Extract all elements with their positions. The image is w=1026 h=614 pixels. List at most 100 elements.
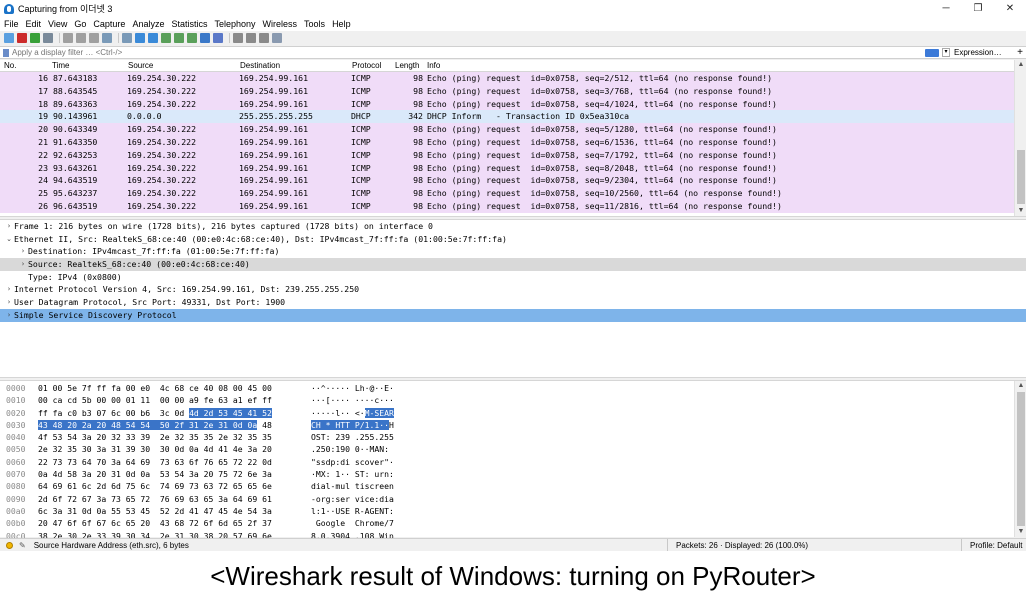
restart-capture-icon[interactable] [30,33,40,43]
column-header-destination[interactable]: Destination [240,61,280,70]
menu-view[interactable]: View [48,19,67,29]
menu-wireless[interactable]: Wireless [263,19,298,29]
scroll-thumb[interactable] [1017,150,1025,204]
menu-help[interactable]: Help [332,19,351,29]
capture-options-icon[interactable] [43,33,53,43]
packet-row[interactable]: 24 94.643519 169.254.30.222 169.254.99.161 I… [0,174,1014,188]
zoom-normal-icon[interactable] [259,33,269,43]
detail-tree-item[interactable]: › Internet Protocol Version 4, Src: 169.2… [0,283,1026,296]
menu-go[interactable]: Go [74,19,86,29]
packet-list-scrollbar[interactable]: ▲ ▼ [1014,60,1026,216]
packet-row[interactable]: 16 87.643183 169.254.30.222 169.254.99.161 I… [0,72,1014,85]
packet-row[interactable]: 17 88.643545 169.254.30.222 169.254.99.161 I… [0,84,1014,98]
bytes-row[interactable]: 0050 2e 32 35 30 3a 31 39 30 30 0d 0a 4d … [0,443,1014,455]
bytes-row[interactable]: 0030 43 48 20 2a 20 48 54 54 50 2f 31 2e … [0,419,1014,431]
scroll-down-arrow-icon[interactable]: ▼ [1015,206,1026,216]
bytes-row[interactable]: 0060 22 73 73 64 70 3a 64 69 73 63 6f 76 … [0,456,1014,468]
go-last-icon[interactable] [187,33,197,43]
detail-tree-item[interactable]: › Frame 1: 216 bytes on wire (1728 bits),… [0,220,1026,233]
bytes-row[interactable]: 00a0 6c 3a 31 0d 0a 55 53 45 52 2d 41 47 … [0,505,1014,517]
go-back-icon[interactable] [135,33,145,43]
go-forward-icon[interactable] [148,33,158,43]
packet-row[interactable]: 18 89.643363 169.254.30.222 169.254.99.161 I… [0,97,1014,111]
collapsed-chevron-icon[interactable]: › [4,309,14,322]
bytes-row[interactable]: 0020 ff fa c0 b3 07 6c 00 b6 3c 0d 4d 2d … [0,407,1014,419]
menu-file[interactable]: File [4,19,19,29]
filter-history-dropdown[interactable]: ▾ [942,48,950,57]
detail-tree-item[interactable]: › User Datagram Protocol, Src Port: 49331… [0,296,1026,309]
column-header-no[interactable]: No. [4,61,16,70]
colorize-icon[interactable] [213,33,223,43]
packet-row[interactable]: 19 90.143961 0.0.0.0 255.255.255.255 DHCP 342… [0,110,1014,124]
packet-row[interactable]: 25 95.643237 169.254.30.222 169.254.99.161 I… [0,187,1014,200]
find-packet-icon[interactable] [122,33,132,43]
packet-row[interactable]: 20 90.643349 169.254.30.222 169.254.99.161 I… [0,123,1014,136]
detail-tree-item[interactable]: › Simple Service Discovery Protocol [0,308,1026,322]
expert-info-led-icon[interactable] [6,541,13,549]
minimize-button[interactable]: ─ [930,0,962,17]
column-header-protocol[interactable]: Protocol [352,61,381,70]
menu-tools[interactable]: Tools [304,19,325,29]
detail-tree-item[interactable]: › Source: RealtekS_68:ce:40 (00:e0:4c:68:… [0,258,1026,271]
resize-columns-icon[interactable] [272,33,282,43]
collapsed-chevron-icon[interactable]: › [18,258,28,271]
menu-analyze[interactable]: Analyze [132,19,164,29]
save-file-icon[interactable] [76,33,86,43]
expanded-chevron-icon[interactable]: ⌄ [4,233,14,246]
zoom-out-icon[interactable] [246,33,256,43]
shark-fin-start-icon[interactable] [4,33,14,43]
collapsed-chevron-icon[interactable]: › [4,296,14,309]
bytes-row[interactable]: 0010 00 ca cd 5b 00 00 01 11 00 00 a9 fe … [0,394,1014,406]
bytes-row[interactable]: 0070 0a 4d 58 3a 20 31 0d 0a 53 54 3a 20 … [0,468,1014,480]
bytes-row[interactable]: 0080 64 69 61 6c 2d 6d 75 6c 74 69 73 63 … [0,480,1014,492]
display-filter-input[interactable] [12,47,925,58]
apply-filter-arrow-icon[interactable] [925,48,939,57]
close-button[interactable]: ✕ [994,0,1026,17]
close-file-icon[interactable] [89,33,99,43]
bytes-row[interactable]: 0090 2d 6f 72 67 3a 73 65 72 76 69 63 65 … [0,493,1014,505]
go-first-icon[interactable] [174,33,184,43]
column-header-info[interactable]: Info [427,61,440,70]
bytes-row[interactable]: 0040 4f 53 54 3a 20 32 33 39 2e 32 35 35 … [0,431,1014,443]
expression-button[interactable]: Expression… [954,48,1014,57]
collapsed-chevron-icon[interactable]: › [4,220,14,233]
zoom-in-icon[interactable] [233,33,243,43]
column-header-length[interactable]: Length [395,61,419,70]
go-to-packet-icon[interactable] [161,33,171,43]
detail-tree-item[interactable]: › Destination: IPv4mcast_7f:ff:fa (01:00:… [0,245,1026,258]
edit-comment-icon[interactable]: ✎ [19,541,26,550]
selected-bytes: 4d 2d 53 45 41 52 [189,407,272,418]
autoscroll-icon[interactable] [200,33,210,43]
ascii-bytes: .250:190 0··MAN: [311,444,394,455]
packet-row[interactable]: 23 93.643261 169.254.30.222 169.254.99.161 I… [0,161,1014,175]
packet-row[interactable]: 22 92.643253 169.254.30.222 169.254.99.161 I… [0,148,1014,162]
collapsed-chevron-icon[interactable]: › [4,283,14,296]
collapsed-chevron-icon[interactable]: › [18,245,28,258]
scroll-down-arrow-icon[interactable]: ▼ [1015,527,1026,537]
stop-capture-icon[interactable] [17,33,27,43]
menu-edit[interactable]: Edit [26,19,42,29]
filter-bookmark-icon[interactable] [3,48,9,57]
menu-capture[interactable]: Capture [93,19,125,29]
column-header-time[interactable]: Time [52,61,69,70]
column-header-source[interactable]: Source [128,61,153,70]
scroll-up-arrow-icon[interactable]: ▲ [1015,381,1026,391]
maximize-button[interactable]: ❐ [962,0,994,17]
packet-no: 24 [38,175,48,186]
ascii-bytes: ···[···· ····c··· [311,395,394,406]
bytes-scrollbar[interactable]: ▲ ▼ [1014,381,1026,537]
menu-statistics[interactable]: Statistics [171,19,207,29]
open-file-icon[interactable] [63,33,73,43]
detail-tree-item[interactable]: Type: IPv4 (0x0800) [0,271,1026,284]
scroll-up-arrow-icon[interactable]: ▲ [1015,60,1026,70]
detail-tree-item[interactable]: ⌄ Ethernet II, Src: RealtekS_68:ce:40 (00… [0,233,1026,246]
packet-row[interactable]: 26 96.643519 169.254.30.222 169.254.99.161 I… [0,199,1014,213]
bytes-row[interactable]: 0000 01 00 5e 7f ff fa 00 e0 4c 68 ce 40 … [0,382,1014,394]
add-filter-button[interactable]: + [1014,47,1026,58]
status-profile[interactable]: Profile: Default [970,541,1022,550]
menu-telephony[interactable]: Telephony [214,19,255,29]
packet-row[interactable]: 21 91.643350 169.254.30.222 169.254.99.161 I… [0,135,1014,149]
scroll-thumb[interactable] [1017,392,1025,526]
reload-icon[interactable] [102,33,112,43]
bytes-row[interactable]: 00b0 20 47 6f 6f 67 6c 65 20 43 68 72 6f … [0,517,1014,529]
